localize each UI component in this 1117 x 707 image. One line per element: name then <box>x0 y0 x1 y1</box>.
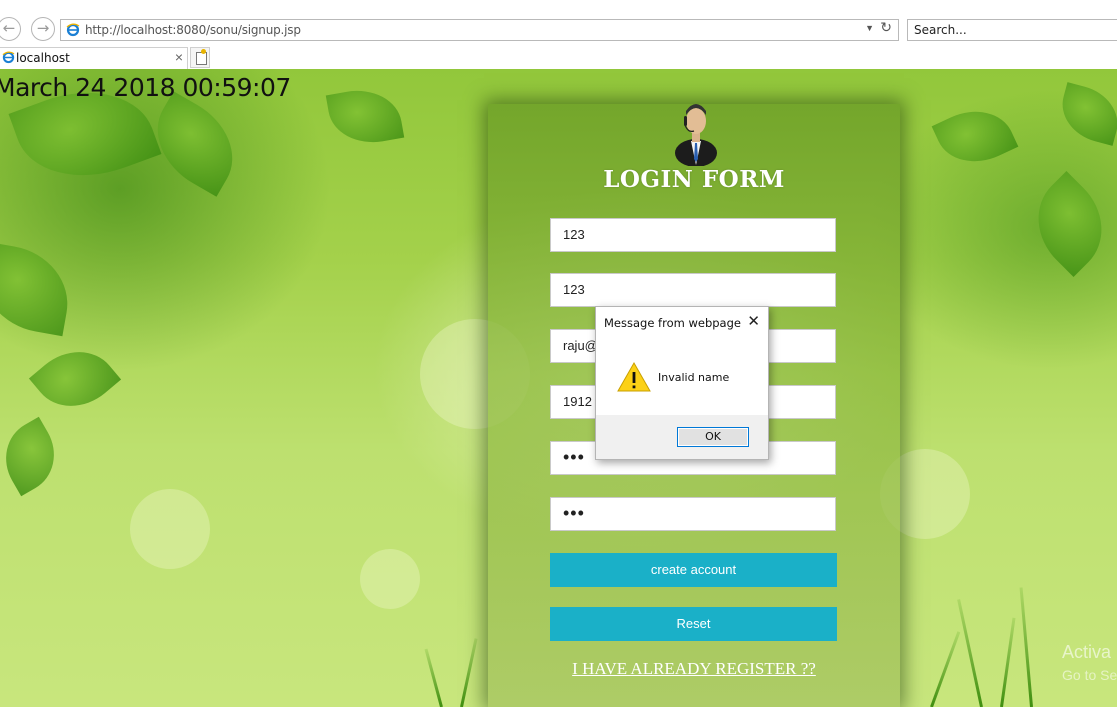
leaf-decoration <box>325 83 405 150</box>
search-box[interactable]: Search... <box>907 19 1117 41</box>
address-text[interactable]: http://localhost:8080/sonu/signup.jsp <box>85 23 301 37</box>
close-icon[interactable]: ✕ <box>747 312 760 330</box>
arrow-left-icon: ← <box>2 19 16 37</box>
ie-logo-icon <box>2 51 15 64</box>
tab-label: localhost <box>16 51 70 65</box>
activate-windows-watermark: Activa <box>1062 642 1112 662</box>
search-input[interactable]: Search... <box>914 23 967 37</box>
reset-button[interactable]: Reset <box>550 607 837 641</box>
dialog-footer: OK <box>596 415 768 459</box>
leaf-decoration <box>931 96 1019 177</box>
leaf-decoration <box>1016 170 1117 278</box>
ok-button[interactable]: OK <box>677 427 749 447</box>
new-tab-button[interactable] <box>190 47 210 68</box>
browser-chrome: ← → http://localhost:8080/sonu/signup.js… <box>0 0 1117 69</box>
leaf-decoration <box>1054 82 1117 146</box>
new-page-icon <box>196 52 207 65</box>
arrow-right-icon: → <box>36 19 50 37</box>
current-datetime: March 24 2018 00:59:07 <box>0 73 291 102</box>
leaf-decoration <box>0 416 69 497</box>
leaf-decoration <box>28 333 122 425</box>
address-bar[interactable]: http://localhost:8080/sonu/signup.jsp ▼ … <box>60 19 899 41</box>
ie-logo-icon <box>66 23 80 37</box>
dialog-title: Message from webpage <box>604 316 741 330</box>
refresh-icon[interactable]: ↻ <box>880 20 892 36</box>
already-registered-link[interactable]: I HAVE ALREADY REGISTER ?? <box>488 659 900 679</box>
leaf-decoration <box>0 241 77 337</box>
warning-icon <box>617 361 651 392</box>
confirm-password-field[interactable]: ••• <box>550 497 836 531</box>
user-avatar-icon <box>675 104 717 166</box>
back-button[interactable]: ← <box>0 17 21 41</box>
create-account-button[interactable]: create account <box>550 553 837 587</box>
alert-dialog: Message from webpage ✕ Invalid name OK <box>595 306 769 460</box>
browser-tab[interactable]: localhost × <box>0 47 188 69</box>
dropdown-arrow-icon[interactable]: ▼ <box>865 23 874 33</box>
activate-windows-subtext: Go to Se <box>1062 667 1117 683</box>
forward-button[interactable]: → <box>31 17 55 41</box>
close-tab-icon[interactable]: × <box>175 49 183 65</box>
dialog-message: Invalid name <box>658 371 730 384</box>
form-title: LOGIN FORM <box>603 166 785 193</box>
signup-field-1[interactable]: 123 <box>550 218 836 252</box>
signup-field-2[interactable]: 123 <box>550 273 836 307</box>
